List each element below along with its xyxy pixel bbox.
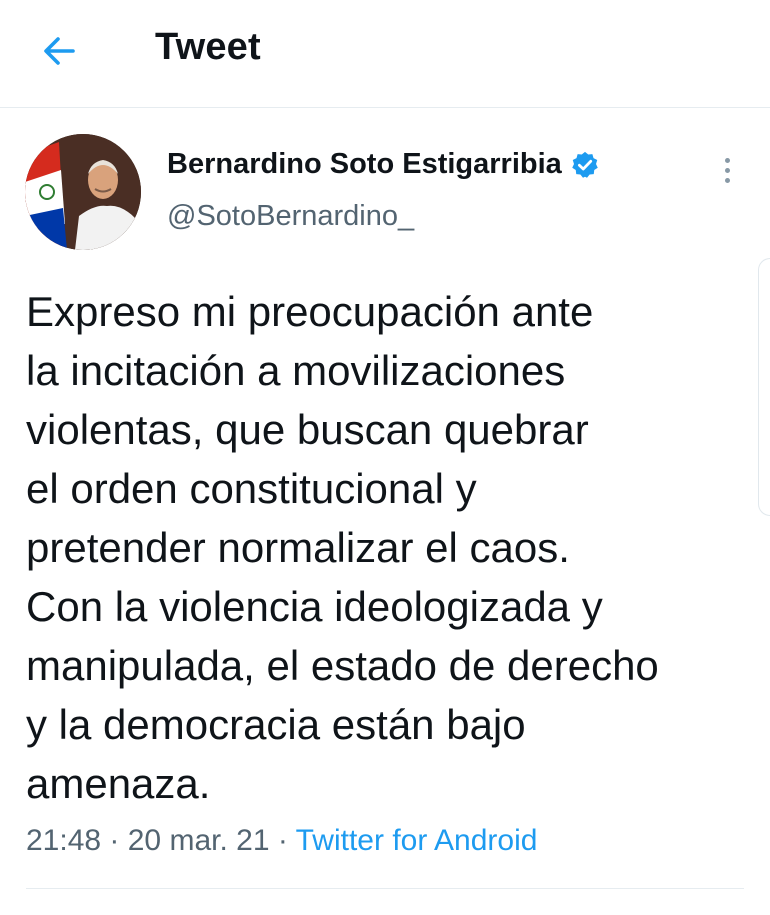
tweet-source-link[interactable]: Twitter for Android bbox=[296, 824, 538, 857]
author-handle[interactable]: @SotoBernardino_ bbox=[167, 200, 414, 233]
divider bbox=[26, 888, 744, 889]
tweet-text-line: violentas, que buscan quebrar bbox=[26, 406, 589, 453]
side-panel-edge bbox=[758, 258, 770, 516]
tweet-text-line: el orden constitucional y bbox=[26, 465, 477, 512]
more-vertical-icon-dot bbox=[724, 167, 730, 173]
tweet-text-line: amenaza. bbox=[26, 760, 211, 807]
arrow-left-icon bbox=[44, 37, 75, 65]
tweet-date[interactable]: 20 mar. 21 bbox=[128, 824, 270, 857]
tweet-text: Expreso mi preocupación ante la incitaci… bbox=[26, 282, 746, 813]
tweet-meta: 21:48 · 20 mar. 21 · Twitter for Android bbox=[26, 824, 537, 858]
more-vertical-icon bbox=[724, 157, 730, 163]
tweet-text-line: y la democracia están bajo bbox=[26, 701, 526, 748]
tweet-text-line: manipulada, el estado de derecho bbox=[26, 642, 659, 689]
tweet-text-line: Con la violencia ideologizada y bbox=[26, 583, 603, 630]
more-options-button[interactable] bbox=[712, 150, 742, 190]
top-bar: Tweet bbox=[0, 0, 770, 108]
back-button[interactable] bbox=[36, 28, 82, 74]
avatar-image bbox=[25, 134, 141, 250]
more-vertical-icon-dot bbox=[724, 177, 730, 183]
avatar[interactable] bbox=[25, 134, 141, 250]
meta-separator: · bbox=[269, 824, 296, 857]
tweet-text-line: Expreso mi preocupación ante bbox=[26, 288, 594, 335]
tweet-time[interactable]: 21:48 bbox=[26, 824, 101, 857]
tweet-text-line: pretender normalizar el caos. bbox=[26, 524, 570, 571]
verified-badge-icon bbox=[572, 151, 598, 178]
page-title: Tweet bbox=[155, 26, 261, 68]
author-name-row[interactable]: Bernardino Soto Estigarribia bbox=[167, 148, 600, 181]
tweet-text-line: la incitación a movilizaciones bbox=[26, 347, 566, 394]
tweet-page: Tweet Bernardino Soto Estigarribia @Soto… bbox=[0, 0, 770, 915]
meta-separator: · bbox=[101, 824, 128, 857]
author-name[interactable]: Bernardino Soto Estigarribia bbox=[167, 148, 562, 181]
